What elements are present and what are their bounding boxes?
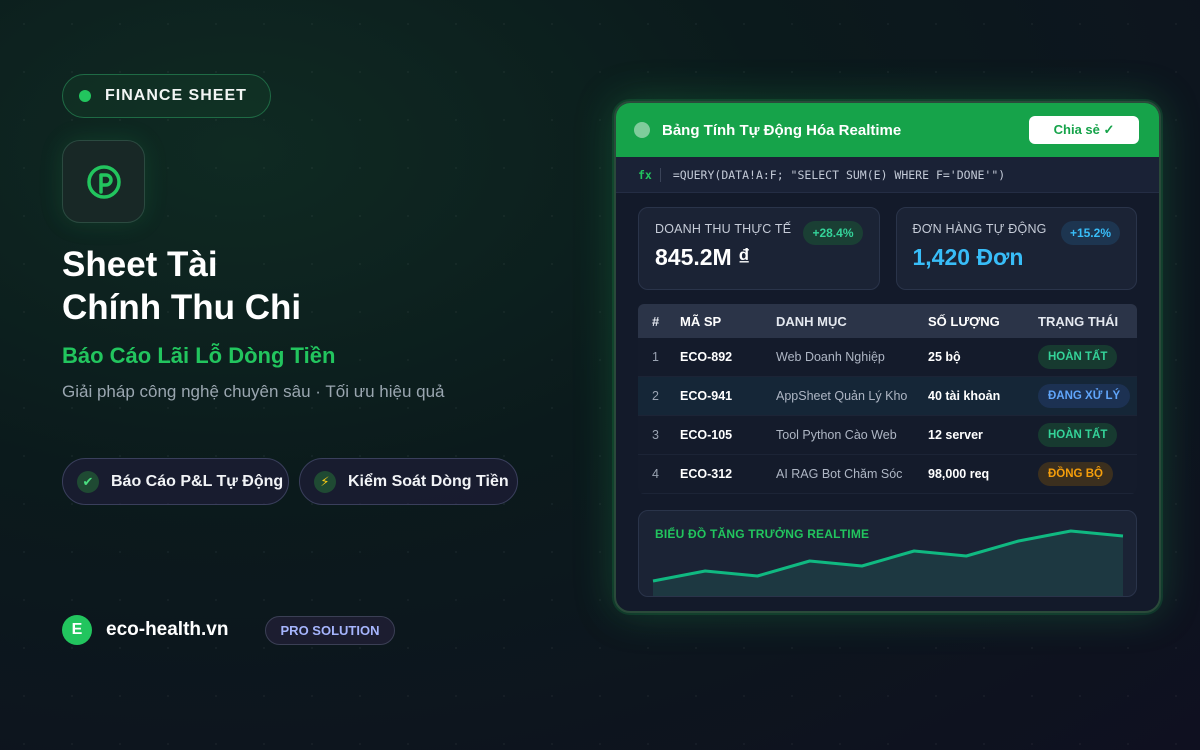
table-row[interactable]: 4 ECO-312 AI RAG Bot Chăm Sóc 98,000 req… [638, 455, 1137, 494]
row-number: 1 [652, 350, 659, 364]
kpi-growth-badge: +28.4% [803, 221, 863, 245]
formula-text: =QUERY(DATA!A:F; "SELECT SUM(E) WHERE F=… [672, 167, 1006, 182]
kpi-value: 845.2M ₫ [655, 244, 750, 270]
kpi-card-revenue: DOANH THU THỰC TẾ 845.2M ₫ +28.4% [638, 207, 880, 290]
page-subtitle: Báo Cáo Lãi Lỗ Dòng Tiền [62, 343, 336, 368]
app-logo-icon [62, 140, 145, 223]
pro-solution-badge: PRO SOLUTION [265, 616, 395, 645]
category: Web Doanh Nghiệp [776, 350, 885, 364]
brand: E eco-health.vn [62, 615, 228, 645]
lightning-icon: ⚡ [314, 470, 336, 493]
badge-label: FINANCE SHEET [105, 87, 247, 104]
status-badge: HOÀN TẤT [1038, 423, 1118, 447]
quantity: 25 bộ [928, 350, 961, 364]
formula-bar[interactable]: fx =QUERY(DATA!A:F; "SELECT SUM(E) WHERE… [616, 157, 1159, 193]
table-header: # MÃ SP DANH MỤC SỐ LƯỢNG TRẠNG THÁI [638, 304, 1137, 338]
growth-chart: BIỂU ĐỒ TĂNG TRƯỞNG REALTIME [638, 510, 1137, 597]
status-dot-icon [79, 90, 91, 102]
product-code: ECO-892 [680, 350, 733, 364]
growth-chart-svg [652, 529, 1124, 596]
page-title-line-2: Chính Thu Chi [62, 288, 302, 327]
window-header: Bảng Tính Tự Động Hóa Realtime Chia sẻ ✓ [616, 103, 1159, 157]
tagline: Giải pháp công nghệ chuyên sâu · Tối ưu … [62, 382, 445, 401]
page-title-line-1: Sheet Tài [62, 245, 218, 284]
check-icon: ✔ [77, 470, 99, 493]
row-number: 4 [652, 467, 659, 481]
spreadsheet-window: Bảng Tính Tự Động Hóa Realtime Chia sẻ ✓… [614, 101, 1161, 613]
window-dot-icon [634, 122, 650, 138]
kpi-growth-badge: +15.2% [1060, 221, 1120, 245]
table-row[interactable]: 3 ECO-105 Tool Python Cào Web 12 server … [638, 416, 1137, 455]
feature-pill-cashflow: ⚡ Kiểm Soát Dòng Tiền [299, 458, 518, 505]
column-header-status: TRẠNG THÁI [1038, 313, 1119, 329]
kpi-card-orders: ĐƠN HÀNG TỰ ĐỘNG 1,420 Đơn +15.2% [895, 207, 1137, 290]
category: Tool Python Cào Web [776, 428, 897, 442]
product-code: ECO-312 [680, 467, 733, 481]
category: AppSheet Quản Lý Kho [776, 389, 908, 403]
column-header-number: # [652, 313, 660, 329]
product-code: ECO-941 [680, 389, 733, 403]
status-badge: HOÀN TẤT [1038, 345, 1118, 369]
feature-pill-pl-report: ✔ Báo Cáo P&L Tự Động [62, 458, 289, 505]
status-badge: ĐANG XỬ LÝ [1038, 384, 1131, 408]
column-header-code: MÃ SP [680, 313, 722, 329]
category: AI RAG Bot Chăm Sóc [776, 467, 903, 481]
quantity: 40 tài khoản [928, 389, 1001, 403]
quantity: 98,000 req [928, 467, 990, 481]
feature-label: Báo Cáo P&L Tự Động [111, 472, 284, 490]
kpi-cards: DOANH THU THỰC TẾ 845.2M ₫ +28.4% ĐƠN HÀ… [616, 193, 1159, 290]
product-code: ECO-105 [680, 428, 733, 442]
data-table: # MÃ SP DANH MỤC SỐ LƯỢNG TRẠNG THÁI 1 E… [638, 304, 1137, 494]
row-number: 2 [652, 389, 659, 403]
table-row[interactable]: 1 ECO-892 Web Doanh Nghiệp 25 bộ HOÀN TẤ… [638, 338, 1137, 377]
p-circle-icon [86, 164, 121, 199]
table-row[interactable]: 2 ECO-941 AppSheet Quản Lý Kho 40 tài kh… [638, 377, 1137, 416]
feature-label: Kiểm Soát Dòng Tiền [348, 472, 509, 490]
window-title: Bảng Tính Tự Động Hóa Realtime [662, 121, 902, 139]
brand-name: eco-health.vn [106, 619, 229, 640]
column-header-quantity: SỐ LƯỢNG [928, 313, 1000, 329]
brand-logo-icon: E [62, 615, 92, 645]
quantity: 12 server [928, 428, 983, 442]
kpi-value: 1,420 Đơn [912, 244, 1024, 270]
fx-icon: fx [638, 167, 661, 182]
finance-sheet-badge: FINANCE SHEET [62, 74, 271, 118]
chart-area-fill [653, 531, 1123, 596]
column-header-category: DANH MỤC [776, 313, 847, 329]
share-button[interactable]: Chia sẻ ✓ [1029, 116, 1139, 144]
page-title: Sheet Tài Chính Thu Chi [62, 243, 482, 329]
row-number: 3 [652, 428, 659, 442]
status-badge: ĐỒNG BỘ [1038, 462, 1113, 486]
